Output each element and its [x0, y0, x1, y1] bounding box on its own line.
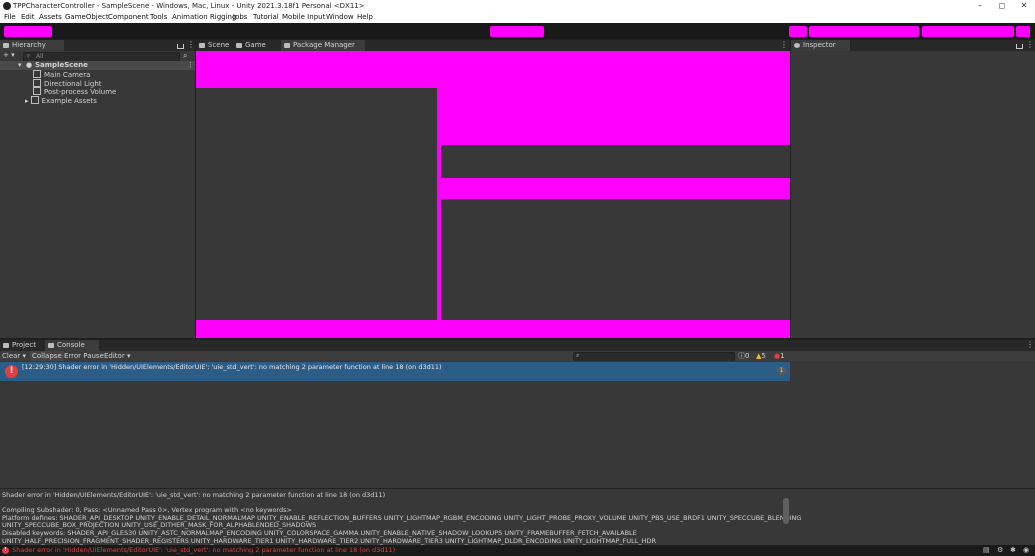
menu-help[interactable]: Help: [357, 12, 373, 23]
clear-button[interactable]: Clear ▾: [2, 351, 26, 361]
log-count-toggle[interactable]: ⓘ0: [738, 351, 749, 361]
scene-menu-icon[interactable]: ⋮: [187, 61, 194, 70]
unity-logo-icon: [3, 2, 11, 10]
status-bar: ! Shader error in 'Hidden/UIElements/Edi…: [0, 545, 1035, 556]
maximize-button[interactable]: ◻: [991, 0, 1013, 12]
menu-component[interactable]: Component: [108, 12, 149, 23]
inspector-panel: [791, 51, 1035, 338]
gameobject-icon: [33, 70, 41, 78]
main-toolbar: [0, 23, 1035, 39]
console-log-entry[interactable]: ! [12:29:30] Shader error in 'Hidden/UIE…: [0, 362, 790, 381]
expand-arrow-icon[interactable]: ▸: [25, 97, 29, 105]
gameobject-icon: [33, 87, 41, 95]
menu-tools[interactable]: Tools: [150, 12, 167, 23]
window-titlebar: TPPCharacterController - SampleScene - W…: [0, 0, 1035, 12]
bottom-menu-icon[interactable]: ⋮: [1026, 340, 1034, 350]
hierarchy-item[interactable]: Main Camera: [33, 70, 90, 79]
scene-name: SampleScene: [35, 61, 88, 69]
console-toolbar: Clear ▾ Collapse Error Pause Editor ▾ ⌕ …: [0, 351, 1035, 362]
package-list-pane[interactable]: [196, 88, 437, 320]
detail-line: Shader error in 'Hidden/UIElements/Edito…: [2, 491, 386, 499]
console-detail-pane: Shader error in 'Hidden/UIElements/Edito…: [0, 488, 1035, 545]
menu-mobile-input[interactable]: Mobile Input: [282, 12, 325, 23]
toolbar-button-missing-1[interactable]: [789, 26, 807, 37]
hierarchy-menu-icon[interactable]: ⋮: [187, 40, 195, 50]
bottom-tabstrip: Project Console ⋮: [0, 340, 1035, 351]
search-by-type-icon[interactable]: ⌕: [183, 51, 187, 60]
hierarchy-panel: + ▾ ⌕ All ⌕ ▾ ● SampleScene ⋮ Main Camer…: [0, 51, 195, 338]
hierarchy-tabstrip: Hierarchy ⋮: [0, 40, 195, 51]
tab-console[interactable]: Console: [45, 340, 99, 351]
search-icon: ⌕: [576, 352, 580, 359]
window-title: TPPCharacterController - SampleScene - W…: [13, 2, 365, 10]
tab-package-manager[interactable]: Package Manager: [281, 40, 365, 51]
search-icon: ⌕: [27, 52, 31, 59]
center-tabstrip: Scene Game Package Manager ⋮: [196, 40, 790, 51]
layout-dropdown-missing[interactable]: [1016, 26, 1030, 37]
gameobject-icon: [30, 96, 39, 104]
inspector-tabstrip: Inspector ⋮: [791, 40, 1035, 51]
status-error-icon: !: [2, 547, 9, 554]
toolbar-button-missing-2[interactable]: [809, 26, 919, 37]
menu-edit[interactable]: Edit: [21, 12, 35, 23]
inspector-lock-icon[interactable]: [1016, 44, 1023, 49]
package-icon: [284, 43, 290, 48]
game-controller-icon: [236, 43, 242, 48]
hierarchy-item[interactable]: Post-process Volume: [33, 87, 116, 96]
error-icon: !: [5, 365, 18, 378]
unity-scene-icon: ●: [26, 61, 33, 69]
menu-jobs[interactable]: Jobs: [233, 12, 247, 23]
cache-server-icon[interactable]: ⚙: [997, 546, 1003, 555]
folder-icon: [3, 343, 9, 348]
menu-animation-rigging[interactable]: Animation Rigging: [172, 12, 236, 23]
play-controls-missing[interactable]: [490, 26, 544, 37]
tab-game[interactable]: Game: [233, 40, 283, 51]
log-entry-count: 1: [777, 367, 786, 375]
status-message[interactable]: Shader error in 'Hidden/UIElements/Edito…: [12, 545, 395, 556]
collapse-button[interactable]: Collapse: [30, 351, 64, 361]
menu-assets[interactable]: Assets: [39, 12, 62, 23]
info-icon: [794, 43, 800, 48]
close-window-button[interactable]: ✕: [1013, 0, 1035, 12]
tab-hierarchy[interactable]: Hierarchy: [0, 40, 64, 51]
log-entry-text: [12:29:30] Shader error in 'Hidden/UIEle…: [22, 363, 442, 371]
scene-grid-icon: [199, 43, 205, 48]
menu-window[interactable]: Window: [326, 12, 354, 23]
create-dropdown[interactable]: + ▾: [3, 51, 15, 60]
lock-icon[interactable]: [177, 44, 184, 49]
progress-icon[interactable]: ▤: [983, 546, 990, 555]
warning-count-toggle[interactable]: ▲5: [756, 351, 766, 361]
error-count-toggle[interactable]: ●1: [774, 351, 785, 361]
layers-dropdown-missing[interactable]: [922, 26, 1014, 37]
editor-dropdown[interactable]: Editor ▾: [104, 351, 130, 361]
tab-inspector[interactable]: Inspector: [791, 40, 850, 51]
minimize-button[interactable]: –: [969, 0, 991, 12]
inspector-menu-icon[interactable]: ⋮: [1026, 40, 1034, 50]
menu-tutorial[interactable]: Tutorial: [253, 12, 279, 23]
console-icon: [48, 343, 54, 348]
account-toolbar-missing[interactable]: [4, 26, 52, 37]
hierarchy-icon: [3, 43, 9, 48]
expand-arrow-icon[interactable]: ▾: [18, 61, 22, 70]
debug-mode-icon[interactable]: ✱: [1010, 546, 1016, 555]
scene-row[interactable]: ▾ ● SampleScene ⋮: [0, 61, 195, 70]
center-menu-icon[interactable]: ⋮: [780, 40, 788, 50]
menu-gameobject[interactable]: GameObject: [65, 12, 109, 23]
error-pause-button[interactable]: Error Pause: [64, 351, 104, 361]
detail-scrollbar[interactable]: [783, 498, 789, 524]
menu-bar: File Edit Assets GameObject Component To…: [0, 12, 1035, 23]
hierarchy-item[interactable]: ▸ Example Assets: [25, 96, 97, 105]
detail-line: Disabled keywords: SHADER_API_GLES30 UNI…: [2, 529, 637, 537]
gameobject-icon: [33, 79, 41, 87]
package-details-pane: [441, 199, 790, 320]
auto-refresh-icon[interactable]: ◉: [1023, 546, 1029, 555]
menu-file[interactable]: File: [4, 12, 16, 23]
package-header-pane: [441, 145, 790, 178]
